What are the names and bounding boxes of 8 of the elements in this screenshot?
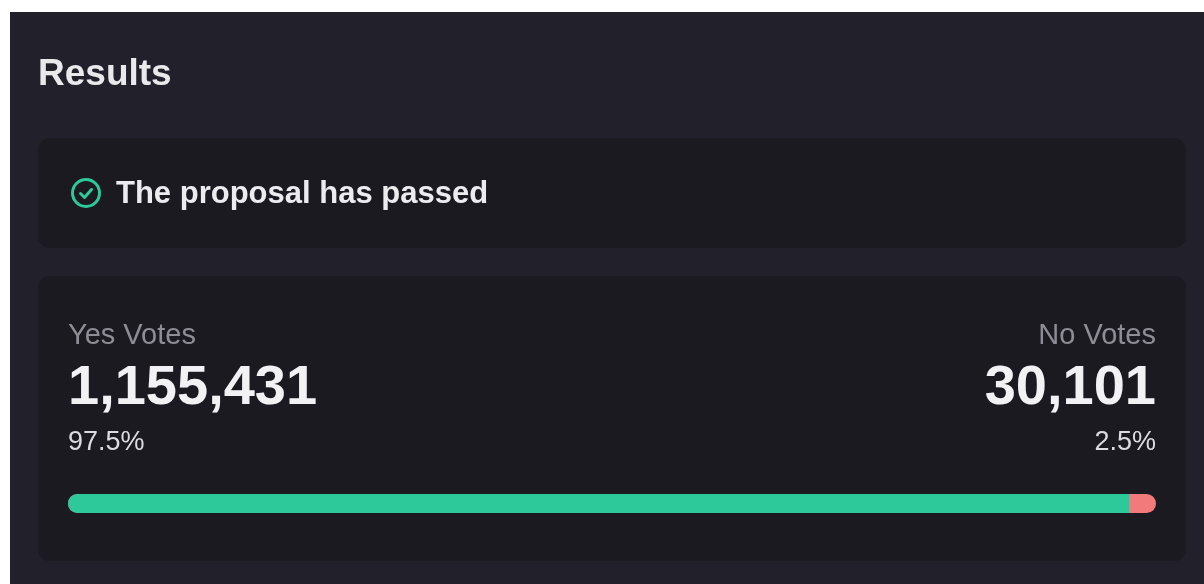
status-message: The proposal has passed: [116, 175, 489, 211]
no-votes-label: No Votes: [1038, 317, 1156, 352]
yes-votes-count: 1,155,431: [68, 352, 318, 418]
yes-votes-label: Yes Votes: [68, 317, 196, 352]
yes-votes-percent: 97.5%: [68, 425, 145, 458]
results-title: Results: [38, 51, 173, 95]
no-votes-percent: 2.5%: [1094, 425, 1156, 458]
no-votes-count: 30,101: [984, 352, 1156, 418]
